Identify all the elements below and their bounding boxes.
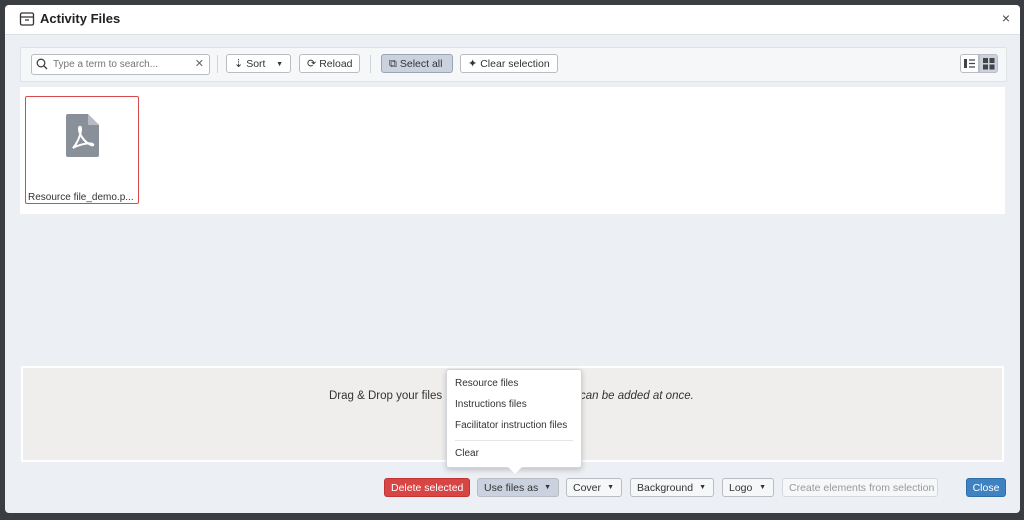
grid-view-button[interactable] [979,54,998,73]
grid-view-icon [983,58,995,70]
menu-divider [455,440,573,441]
dialog-titlebar: Activity Files × [5,5,1020,35]
list-view-button[interactable] [960,54,979,73]
toolbar-divider [217,55,218,73]
use-files-as-label: Use files as [484,482,539,494]
select-all-button[interactable]: ⧉ Select all [381,54,453,73]
chevron-down-icon: ▼ [276,61,283,68]
menu-item-facilitator-instruction-files[interactable]: Facilitator instruction files [455,420,567,431]
toolbar-divider [370,55,371,73]
clear-selection-label: Clear selection [480,58,550,70]
activity-files-dialog: Activity Files × ✕ ⇣Sort ▼ ⟳Reload ⧉Sele… [5,5,1020,513]
clear-selection-button[interactable]: ✦ Clear selection [460,54,558,73]
reload-icon: ⟳ [307,58,317,70]
background-label: Background [637,482,694,494]
chevron-down-icon: ▼ [699,484,706,491]
use-files-as-menu: Resource files Instructions files Facili… [446,369,582,474]
delete-selected-button[interactable]: Delete selected [384,478,470,497]
dialog-title: Activity Files [40,11,121,26]
file-tile[interactable]: Resource file_demo.p... [25,96,139,204]
cover-button[interactable]: Cover ▼ [566,478,622,497]
list-view-icon [964,59,975,68]
close-label: Close [972,482,1000,494]
file-toolbar: ✕ ⇣Sort ▼ ⟳Reload ⧉Select all ✦Clear sel… [20,47,1007,82]
search-icon [36,58,48,70]
close-icon[interactable]: × [1002,10,1010,26]
pdf-file-icon [66,114,99,157]
chevron-down-icon: ▼ [544,484,551,491]
chevron-down-icon: ▼ [607,484,614,491]
use-files-as-button[interactable]: Use files as ▼ [477,478,559,497]
menu-item-instructions-files[interactable]: Instructions files [455,399,527,410]
logo-label: Logo [729,482,753,494]
menu-item-clear[interactable]: Clear [455,448,479,459]
sort-button[interactable]: ⇣ Sort ▼ [226,54,291,73]
clear-search-icon[interactable]: ✕ [195,57,204,70]
sparkle-icon: ✦ [468,58,478,70]
background-button[interactable]: Background ▼ [630,478,714,497]
search-input-wrapper[interactable]: ✕ [31,54,210,75]
select-all-icon: ⧉ [389,58,397,70]
sort-label: Sort [246,58,266,70]
dropzone-text: Drag & Drop your files [329,390,443,402]
search-input[interactable] [53,57,188,71]
chevron-down-icon: ▼ [759,484,766,491]
reload-button[interactable]: ⟳ Reload [299,54,360,73]
box-icon [19,12,35,26]
select-all-label: Select all [399,58,443,70]
create-elements-label: Create elements from selection [789,482,935,494]
close-button[interactable]: Close [966,478,1006,497]
menu-pointer [508,467,522,474]
delete-selected-label: Delete selected [391,482,464,494]
file-grid: Resource file_demo.p... [20,87,1005,214]
cover-label: Cover [573,482,602,494]
create-elements-button[interactable]: Create elements from selection [782,478,938,497]
menu-item-resource-files[interactable]: Resource files [455,378,518,389]
logo-button[interactable]: Logo ▼ [722,478,774,497]
reload-label: Reload [319,58,353,70]
dropzone-hint: can be added at once. [580,390,694,402]
file-name: Resource file_demo.p... [28,192,134,203]
sort-icon: ⇣ [234,58,244,70]
